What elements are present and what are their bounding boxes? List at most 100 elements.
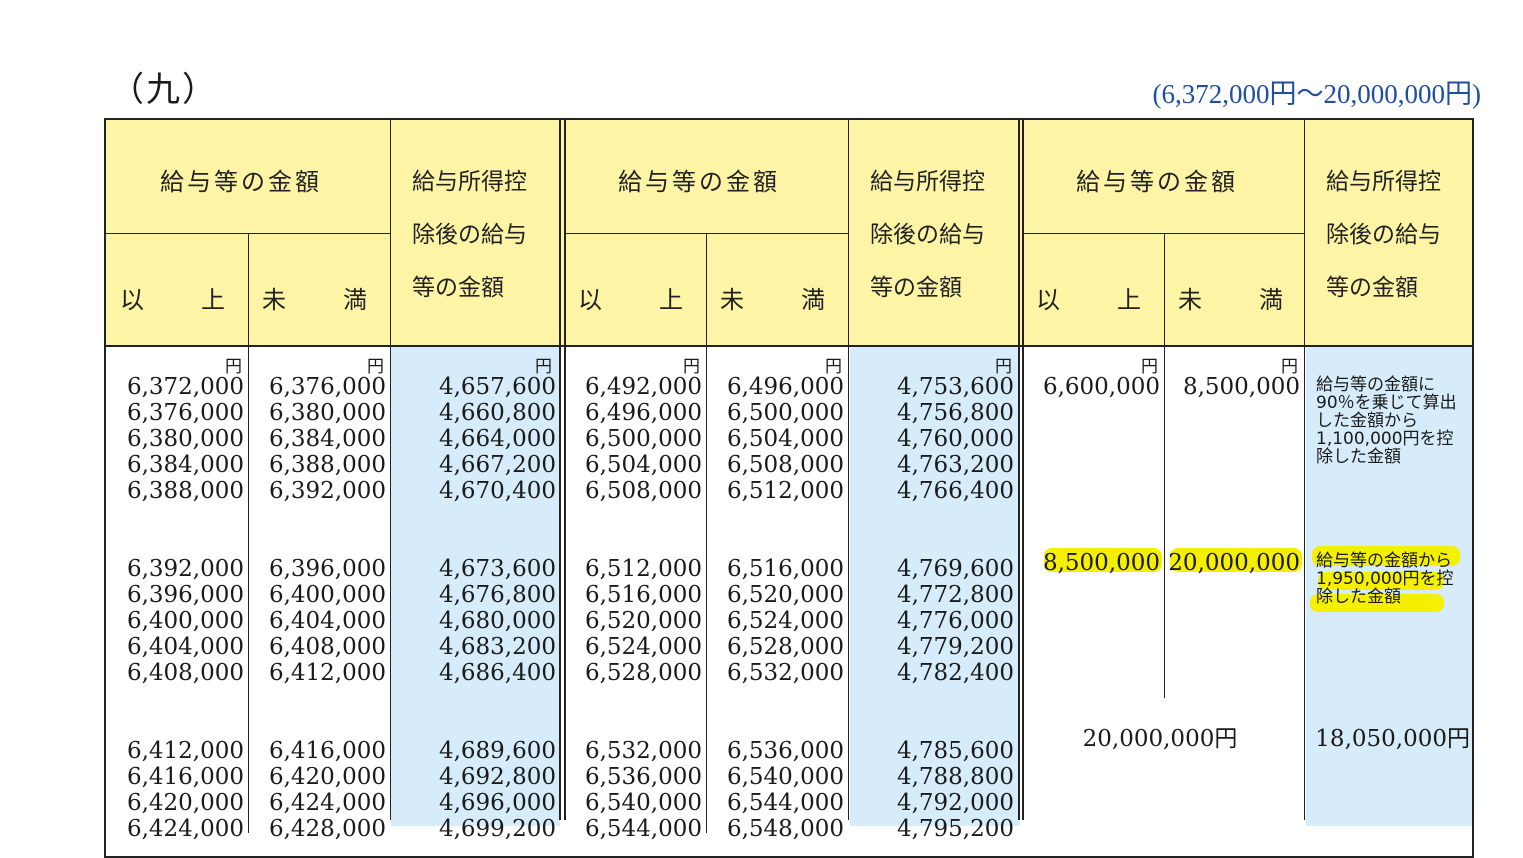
table-cell: 4,676,800 bbox=[438, 582, 556, 608]
header-after-deduction-line1: 給与所得控 bbox=[1326, 169, 1441, 195]
col-divider bbox=[248, 233, 249, 833]
table-cell: 6,416,000 bbox=[126, 764, 244, 790]
table-cell: 6,420,000 bbox=[268, 764, 386, 790]
table-cell bbox=[252, 712, 386, 738]
table-cell: 6,504,000 bbox=[726, 426, 844, 452]
table-cell: 6,388,000 bbox=[268, 452, 386, 478]
table-cell: 4,760,000 bbox=[896, 426, 1014, 452]
col-divider bbox=[1304, 120, 1305, 820]
header-max: 未 満 bbox=[1178, 286, 1286, 314]
table-cell bbox=[110, 712, 244, 738]
row2-min: 8,500,000 bbox=[1042, 550, 1160, 576]
header-after-deduction-line1: 給与所得控 bbox=[870, 169, 985, 195]
col-divider bbox=[848, 120, 849, 820]
col-max: 6,496,000 6,500,000 6,504,000 6,508,000 6,51… bbox=[710, 374, 844, 842]
header-after-deduction-line3: 等の金額 bbox=[870, 275, 962, 301]
table-cell: 4,763,200 bbox=[896, 452, 1014, 478]
table-cell: 4,696,000 bbox=[438, 790, 556, 816]
table-cell: 4,785,600 bbox=[896, 738, 1014, 764]
table-cell: 6,416,000 bbox=[268, 738, 386, 764]
table-cell: 6,496,000 bbox=[584, 400, 702, 426]
table-cell: 6,536,000 bbox=[584, 764, 702, 790]
table-cell: 4,699,200 bbox=[438, 816, 556, 842]
table-cell: 6,380,000 bbox=[126, 426, 244, 452]
col-min: 6,372,000 6,376,000 6,380,000 6,384,000 6,38… bbox=[110, 374, 244, 842]
header-salary-amount: 給与等の金額 bbox=[1076, 168, 1238, 196]
table-cell bbox=[568, 504, 702, 530]
table-cell: 6,544,000 bbox=[584, 816, 702, 842]
col-divider bbox=[1164, 233, 1165, 698]
table-cell: 4,686,400 bbox=[438, 660, 556, 686]
table-cell: 4,753,600 bbox=[896, 374, 1014, 400]
table-cell: 4,756,800 bbox=[896, 400, 1014, 426]
table-cell bbox=[252, 686, 386, 712]
header-divider bbox=[1022, 233, 1304, 234]
table-cell bbox=[710, 504, 844, 530]
table-cell bbox=[394, 504, 556, 530]
header-after-deduction: 給与所得控 除後の給与 等の金額 bbox=[1326, 156, 1441, 315]
table-cell: 6,528,000 bbox=[726, 634, 844, 660]
table-cell: 6,408,000 bbox=[268, 634, 386, 660]
range-note: (6,372,000円～20,000,000円) bbox=[1152, 79, 1481, 109]
table-cell: 6,500,000 bbox=[726, 400, 844, 426]
table-cell bbox=[252, 504, 386, 530]
table-cell: 4,664,000 bbox=[438, 426, 556, 452]
header-after-deduction-line2: 除後の給与 bbox=[1326, 222, 1441, 248]
header-salary-amount: 給与等の金額 bbox=[618, 168, 780, 196]
header-divider bbox=[566, 233, 848, 234]
table-cell: 6,376,000 bbox=[268, 374, 386, 400]
table-cell: 6,528,000 bbox=[584, 660, 702, 686]
table-cell: 6,540,000 bbox=[584, 790, 702, 816]
table-cell bbox=[568, 712, 702, 738]
col-result: 4,753,600 4,756,800 4,760,000 4,763,200 4,76… bbox=[852, 374, 1014, 842]
table-cell: 4,673,600 bbox=[438, 556, 556, 582]
table-cell: 6,380,000 bbox=[268, 400, 386, 426]
table-cell bbox=[710, 530, 844, 556]
table-cell: 6,512,000 bbox=[584, 556, 702, 582]
table-cell: 6,520,000 bbox=[584, 608, 702, 634]
table-cell: 6,408,000 bbox=[126, 660, 244, 686]
table-cell: 6,400,000 bbox=[268, 582, 386, 608]
table-cell: 4,670,400 bbox=[438, 478, 556, 504]
group-divider bbox=[1022, 120, 1024, 820]
section-title: （九） bbox=[110, 70, 218, 110]
table-cell: 6,492,000 bbox=[584, 374, 702, 400]
table-cell: 6,384,000 bbox=[268, 426, 386, 452]
table-cell bbox=[852, 712, 1014, 738]
table-cell: 4,660,800 bbox=[438, 400, 556, 426]
table-cell bbox=[568, 530, 702, 556]
table-cell: 4,683,200 bbox=[438, 634, 556, 660]
table-cell bbox=[852, 504, 1014, 530]
row1-max: 8,500,000 bbox=[1182, 374, 1300, 400]
header-after-deduction-line3: 等の金額 bbox=[1326, 275, 1418, 301]
table-cell: 6,420,000 bbox=[126, 790, 244, 816]
table-cell: 6,500,000 bbox=[584, 426, 702, 452]
table-cell: 6,520,000 bbox=[726, 582, 844, 608]
header-after-deduction-line2: 除後の給与 bbox=[870, 222, 985, 248]
table-cell: 6,516,000 bbox=[584, 582, 702, 608]
table-cell: 6,508,000 bbox=[584, 478, 702, 504]
table-cell: 6,424,000 bbox=[268, 790, 386, 816]
table-cell: 6,512,000 bbox=[726, 478, 844, 504]
header-salary-amount: 給与等の金額 bbox=[160, 168, 322, 196]
table-cell: 6,396,000 bbox=[126, 582, 244, 608]
table-cell: 4,689,600 bbox=[438, 738, 556, 764]
table-cell bbox=[852, 530, 1014, 556]
table-cell bbox=[110, 686, 244, 712]
group-divider bbox=[564, 120, 566, 820]
table-cell bbox=[110, 504, 244, 530]
table-cell: 6,404,000 bbox=[126, 634, 244, 660]
header-min: 以 上 bbox=[1036, 286, 1144, 314]
table-cell: 6,524,000 bbox=[584, 634, 702, 660]
table-cell: 6,544,000 bbox=[726, 790, 844, 816]
table-cell: 6,540,000 bbox=[726, 764, 844, 790]
header-after-deduction-line3: 等の金額 bbox=[412, 275, 504, 301]
table-cell: 4,779,200 bbox=[896, 634, 1014, 660]
table-cell: 4,667,200 bbox=[438, 452, 556, 478]
table-cell bbox=[394, 530, 556, 556]
table-cell bbox=[852, 686, 1014, 712]
header-max: 未 満 bbox=[720, 286, 828, 314]
table-cell: 6,400,000 bbox=[126, 608, 244, 634]
table-cell: 6,508,000 bbox=[726, 452, 844, 478]
table-cell: 6,392,000 bbox=[268, 478, 386, 504]
